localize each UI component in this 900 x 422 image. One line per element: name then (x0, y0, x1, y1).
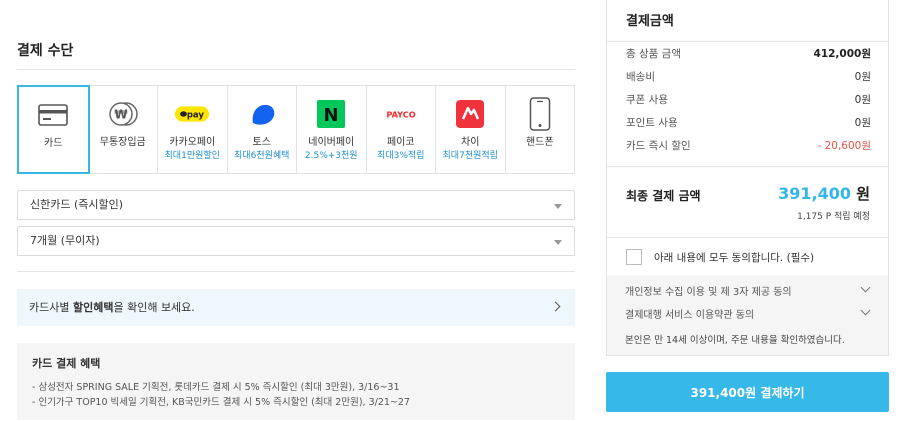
method-bank-transfer[interactable]: ₩ 무통장입금 (89, 86, 158, 173)
summary-divider (607, 166, 888, 167)
naver-badge: N (324, 105, 339, 126)
method-label: 카카오페이 (169, 137, 216, 148)
benefit-link-suffix: 을 확인해 보세요. (113, 301, 195, 314)
method-toss[interactable]: 토스 최대6천원혜택 (228, 86, 297, 173)
method-naverpay[interactable]: N 네이버페이 2.5%+3천원 (297, 86, 367, 173)
payco-icon: PAYCO (384, 98, 418, 130)
term-label: 결제대행 서비스 이용약관 동의 (625, 310, 755, 321)
benefit-line: - 인기가구 TOP10 빅세일 기획전, KB국민카드 결제 시 5% 즉시할… (32, 397, 410, 408)
method-card[interactable]: 카드 (17, 85, 90, 174)
method-label: 차이 (461, 137, 480, 148)
row-value: 412,000원 (813, 48, 871, 60)
checkbox-icon[interactable] (626, 249, 642, 265)
method-payco[interactable]: PAYCO 페이코 최대3%적립 (367, 86, 436, 173)
row-label: 포인트 사용 (626, 117, 678, 129)
row-label: 배송비 (626, 71, 655, 83)
method-promo: 최대3%적립 (377, 151, 425, 161)
row-label: 카드 즉시 할인 (626, 140, 691, 152)
kakaopay-badge: pay (187, 110, 205, 120)
benefit-link-bold: 할인혜택 (72, 301, 114, 314)
chai-icon (453, 98, 487, 130)
benefit-title: 카드 결제 혜택 (32, 357, 101, 370)
term-payment-agency[interactable]: 결제대행 서비스 이용약관 동의 (625, 305, 873, 321)
summary-title: 결제금액 (626, 14, 674, 29)
payment-method-list: 카드 ₩ 무통장입금 pay 카카오페이 최대1만원할인 토스 최대6천원혜택 … (17, 85, 575, 174)
caret-down-icon (554, 240, 562, 245)
kakaopay-icon: pay (175, 98, 210, 130)
terms-list: 개인정보 수집 이용 및 제 3자 제공 동의 결제대행 서비스 이용약관 동의… (607, 275, 888, 355)
benefit-link-prefix: 카드사별 (29, 301, 73, 314)
method-promo: 최대1만원할인 (164, 151, 220, 161)
card-benefit-box: 카드 결제 혜택 - 삼성전자 SPRING SALE 기획전, 롯데카드 결제… (17, 343, 575, 420)
method-label: 무통장입금 (99, 137, 146, 148)
caret-down-icon (554, 204, 562, 209)
payment-summary-panel: 결제금액 총 상품 금액 412,000원 배송비 0원 쿠폰 사용 0원 포인… (606, 0, 889, 356)
row-value: 0원 (854, 71, 871, 83)
credit-card-icon (36, 99, 70, 131)
naver-icon: N (314, 98, 348, 130)
method-phone[interactable]: 핸드폰 (506, 86, 575, 173)
chevron-right-icon (550, 301, 561, 312)
installment-value: 7개월 (무이자) (30, 234, 100, 247)
section-divider (17, 271, 575, 272)
term-label: 개인정보 수집 이용 및 제 3자 제공 동의 (625, 287, 792, 298)
method-label: 페이코 (386, 137, 415, 148)
row-value: - 20,600원 (817, 140, 871, 152)
card-company-select[interactable]: 신한카드 (즉시할인) (17, 190, 575, 220)
card-company-value: 신한카드 (즉시할인) (30, 198, 124, 211)
agree-label: 아래 내용에 모두 동의합니다. (필수) (654, 251, 815, 264)
summary-divider (607, 41, 888, 42)
row-label: 쿠폰 사용 (626, 94, 668, 106)
payco-badge: PAYCO (386, 109, 415, 119)
final-amount: 391,400 원 (778, 183, 870, 204)
summary-row-coupon: 쿠폰 사용 0원 (626, 92, 871, 107)
row-label: 총 상품 금액 (626, 48, 681, 60)
row-value: 0원 (854, 117, 871, 129)
method-label: 네이버페이 (308, 137, 355, 148)
toss-icon (245, 98, 279, 130)
method-label: 토스 (252, 137, 271, 148)
final-amount-label: 최종 결제 금액 (626, 189, 701, 203)
method-kakaopay[interactable]: pay 카카오페이 최대1만원할인 (158, 86, 228, 173)
method-chai[interactable]: 차이 최대7천원적립 (436, 86, 506, 173)
method-label: 핸드폰 (525, 137, 554, 148)
term-privacy[interactable]: 개인정보 수집 이용 및 제 3자 제공 동의 (625, 282, 873, 298)
title-divider (17, 69, 575, 70)
summary-row-card-discount: 카드 즉시 할인 - 20,600원 (626, 138, 871, 153)
method-label: 카드 (44, 138, 63, 149)
svg-text:₩: ₩ (114, 108, 128, 122)
points-note: 1,175 P 적립 예정 (797, 212, 870, 222)
summary-row-total: 총 상품 금액 412,000원 (626, 46, 871, 61)
row-value: 0원 (854, 94, 871, 106)
installment-select[interactable]: 7개월 (무이자) (17, 226, 575, 256)
summary-row-points: 포인트 사용 0원 (626, 115, 871, 130)
chevron-down-icon[interactable] (860, 305, 871, 316)
agree-all-checkbox[interactable]: 아래 내용에 모두 동의합니다. (필수) (626, 249, 814, 265)
card-benefit-link[interactable]: 카드사별 할인혜택을 확인해 보세요. (17, 289, 575, 326)
summary-divider (607, 237, 888, 238)
summary-row-shipping: 배송비 0원 (626, 69, 871, 84)
pay-button[interactable]: 391,400원 결제하기 (606, 372, 889, 412)
chevron-down-icon[interactable] (860, 282, 871, 293)
method-promo: 최대7천원적립 (442, 151, 498, 161)
method-promo: 최대6천원혜택 (234, 151, 290, 161)
age-confirm-note: 본인은 만 14세 이상이며, 주문 내용을 확인하였습니다. (625, 335, 845, 346)
smartphone-icon (523, 97, 557, 131)
benefit-line: - 삼성전자 SPRING SALE 기획전, 롯데카드 결제 시 5% 즉시할… (32, 382, 400, 393)
coin-won-icon: ₩ (106, 98, 140, 130)
payment-method-title: 결제 수단 (17, 43, 74, 59)
final-amount-value: 391,400 (778, 184, 851, 203)
method-promo: 2.5%+3천원 (304, 151, 358, 161)
final-amount-unit: 원 (850, 185, 870, 203)
